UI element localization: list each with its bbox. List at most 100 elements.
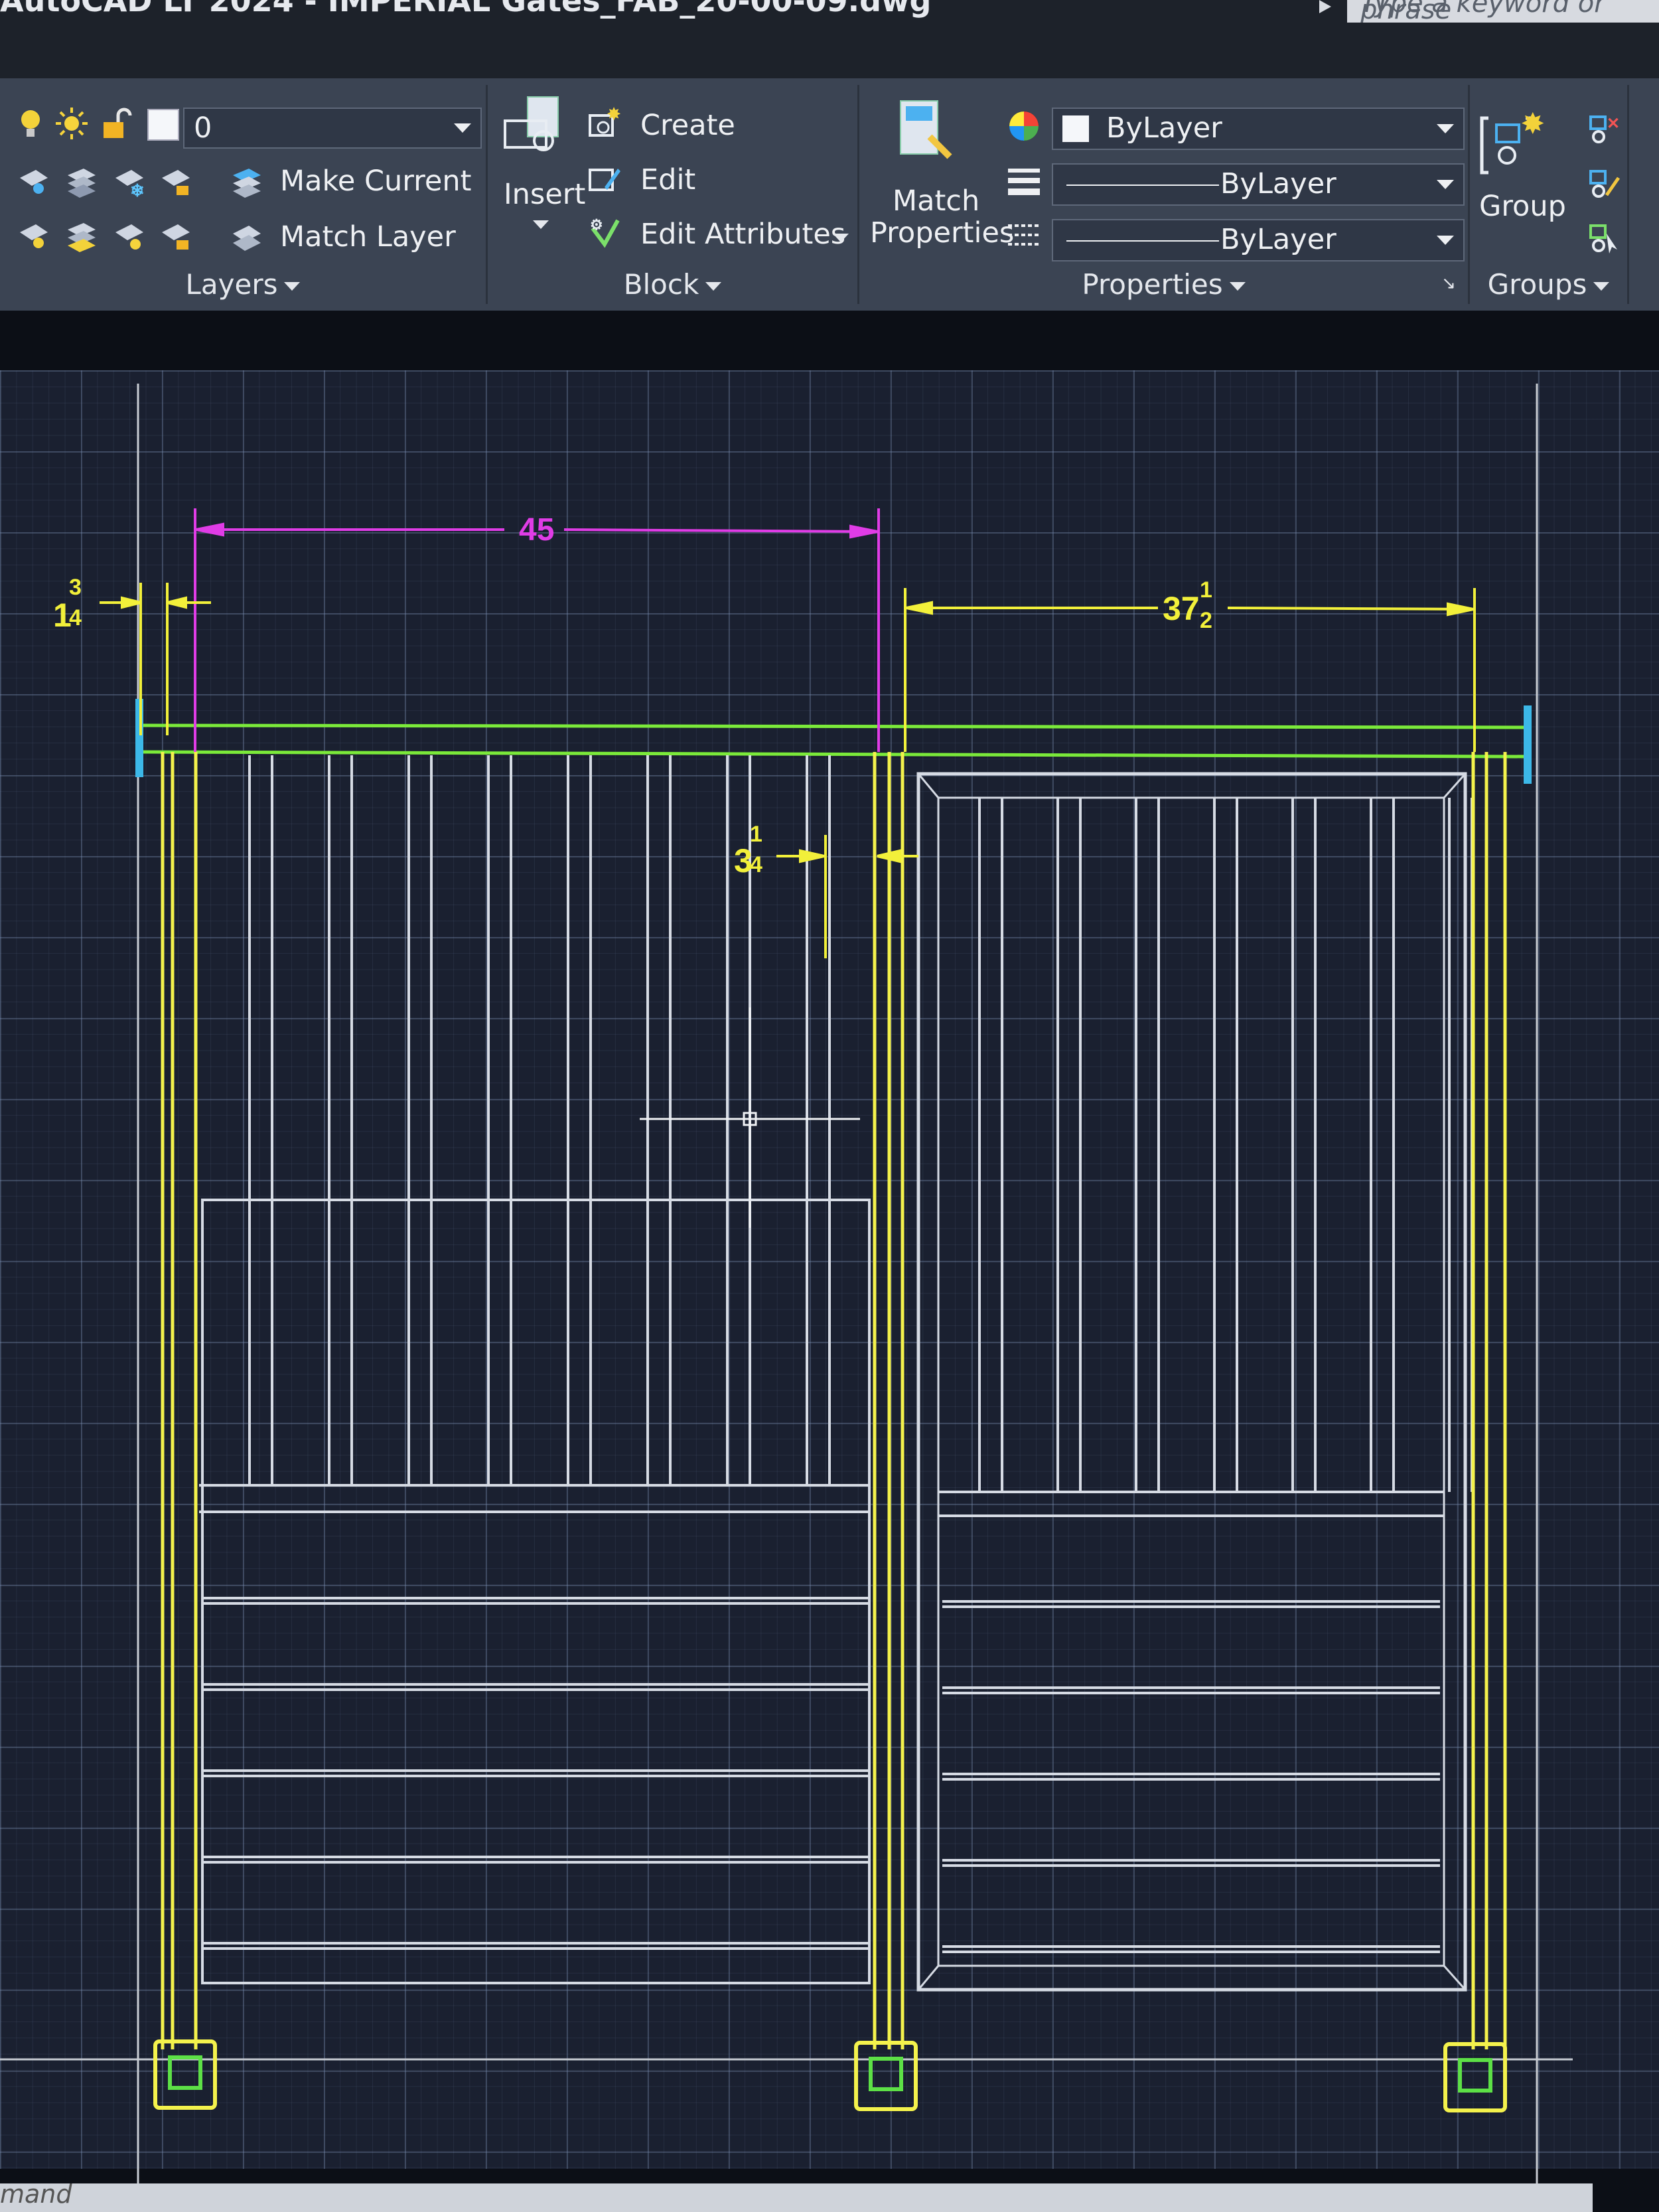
fence-boards-left (202, 1597, 869, 1950)
group-edit-icon[interactable] (1587, 166, 1621, 200)
lineweight-icon[interactable] (1007, 165, 1041, 199)
chevron-down-icon (1437, 236, 1454, 245)
groups-panel-label[interactable]: Groups (1470, 265, 1627, 304)
title-bar: AutoCAD LT 2024 - IMPERIAL Gates_FAB_20-… (0, 0, 1659, 78)
properties-panel-label[interactable]: Properties (859, 265, 1468, 304)
chevron-down-icon (1437, 180, 1454, 189)
group-button[interactable]: Group (1479, 190, 1566, 223)
svg-text:⚙: ⚙ (590, 216, 603, 233)
lineweight-dropdown[interactable]: ByLayer (1052, 219, 1465, 261)
layer-thaw-icon[interactable] (111, 218, 146, 252)
dimension-37-1-2-denominator: 2 (1200, 608, 1212, 633)
layer-off-icon[interactable] (16, 163, 50, 198)
ungroup-icon[interactable]: ✕ (1587, 111, 1621, 146)
match-layer-button[interactable]: Match Layer (280, 220, 456, 254)
group-select-icon[interactable] (1587, 220, 1621, 255)
match-properties-line2[interactable]: Properties (870, 216, 1014, 250)
fence-panel-left-frame (201, 1199, 871, 1984)
drawing-canvas[interactable]: 45 1 3 4 37 1 2 3 1 4 (0, 311, 1659, 2212)
dimension-3-1-4-numerator: 1 (750, 822, 762, 847)
rail-end-cap-right (1524, 705, 1532, 784)
dimension-1-3-4-denominator: 4 (69, 605, 82, 630)
layer-dropdown[interactable]: 0 (183, 108, 482, 149)
edit-attributes-icon[interactable]: ⚙ (587, 215, 622, 250)
insert-button[interactable]: Insert (504, 178, 585, 211)
layer-isolate-icon[interactable] (64, 163, 98, 198)
edit-button[interactable]: Edit (640, 163, 695, 196)
layer-color-swatch-icon[interactable] (147, 109, 179, 141)
svg-text:✸: ✸ (1522, 110, 1544, 139)
block-panel-label[interactable]: Block (488, 265, 857, 304)
gate-inner-frame (937, 796, 1445, 1967)
make-current-icon[interactable] (229, 163, 263, 198)
crosshair-cursor (640, 1007, 860, 1228)
block-panel: Insert ✸ Create Edit ⚙ Edit Attributes B… (488, 85, 859, 304)
create-button[interactable]: Create (640, 109, 735, 142)
insert-block-icon[interactable] (501, 94, 567, 161)
chevron-down-icon (705, 282, 722, 291)
match-properties-icon[interactable] (891, 98, 958, 165)
properties-panel: Match Properties ByLayer ByLayer ByLayer… (859, 85, 1470, 304)
groups-panel: ✸ Group ✕ Groups (1470, 85, 1629, 304)
layers-panel: 0 ❄ Make Current Match Layer Layers (0, 85, 488, 304)
gate-corner-br (1443, 1965, 1467, 1990)
current-layer-value: 0 (194, 111, 212, 145)
panel-launcher-icon[interactable]: ↘ (1441, 273, 1456, 293)
gate-corner-tr (1443, 773, 1467, 798)
command-line[interactable]: mand (0, 2179, 1593, 2212)
chevron-down-icon (1229, 282, 1246, 291)
dimension-1-3-4-numerator: 3 (69, 575, 82, 600)
linetype-icon[interactable] (1007, 218, 1041, 252)
layer-unisolate-icon[interactable] (64, 218, 98, 252)
lineweight-preview-line (1066, 240, 1219, 242)
gate-outer-frame (916, 772, 1467, 1992)
layer-on-icon[interactable] (16, 218, 50, 252)
create-block-icon[interactable]: ✸ (587, 106, 622, 141)
layers-panel-label[interactable]: Layers (0, 265, 486, 304)
top-rail-line (139, 723, 1530, 729)
cad-drawing[interactable]: 45 1 3 4 37 1 2 3 1 4 (0, 311, 1659, 2212)
color-dropdown[interactable]: ByLayer (1052, 108, 1465, 150)
chevron-down-icon[interactable] (533, 220, 549, 229)
group-icon[interactable]: ✸ (1479, 109, 1552, 182)
post-base-plates (153, 2039, 1507, 2112)
make-current-button[interactable]: Make Current (280, 165, 471, 198)
chevron-down-icon (1593, 282, 1610, 291)
color-value: ByLayer (1106, 111, 1222, 145)
edit-attributes-button[interactable]: Edit Attributes (640, 218, 845, 251)
svg-text:❄: ❄ (130, 181, 145, 198)
search-input[interactable]: Type a keyword or phrase (1347, 0, 1659, 23)
dimension-3-1-4-denominator: 4 (750, 852, 762, 877)
lightbulb-icon[interactable] (13, 106, 48, 141)
chevron-down-icon (1437, 124, 1454, 133)
gate-corner-tl (917, 773, 940, 798)
linetype-value: ByLayer (1220, 167, 1336, 200)
window-title: AutoCAD LT 2024 - IMPERIAL Gates_FAB_20-… (0, 0, 932, 19)
color-wheel-icon[interactable] (1007, 109, 1041, 143)
dimension-45-label: 45 (519, 512, 554, 548)
command-line-text: mand (0, 2179, 72, 2209)
chevron-down-icon[interactable] (833, 234, 849, 242)
unlock-icon[interactable] (98, 106, 133, 141)
match-properties-line1[interactable]: Match (893, 184, 979, 218)
dimension-3-1-4[interactable] (776, 835, 918, 958)
linetype-preview-line (1066, 184, 1219, 186)
ribbon: 0 ❄ Make Current Match Layer Layers Inse… (0, 78, 1659, 311)
match-layer-icon[interactable] (229, 219, 263, 254)
search-expand-icon[interactable] (1319, 0, 1331, 13)
svg-text:✕: ✕ (1607, 115, 1620, 133)
chevron-down-icon (284, 282, 301, 291)
dimension-37-1-2-numerator: 1 (1200, 577, 1212, 603)
layer-lock-icon[interactable] (158, 163, 192, 198)
gate-pickets (938, 798, 1473, 1517)
post-base-inner (168, 2055, 1492, 2093)
posts (161, 752, 1507, 2049)
linetype-dropdown[interactable]: ByLayer (1052, 163, 1465, 206)
svg-text:✸: ✸ (607, 106, 621, 123)
gate-boards (942, 1600, 1440, 1953)
fence-pickets-left (199, 755, 869, 1513)
layer-freeze-icon[interactable]: ❄ (111, 163, 146, 200)
layer-unlock-icon[interactable] (158, 218, 192, 252)
edit-block-icon[interactable] (587, 161, 622, 195)
sun-icon[interactable] (54, 106, 89, 141)
